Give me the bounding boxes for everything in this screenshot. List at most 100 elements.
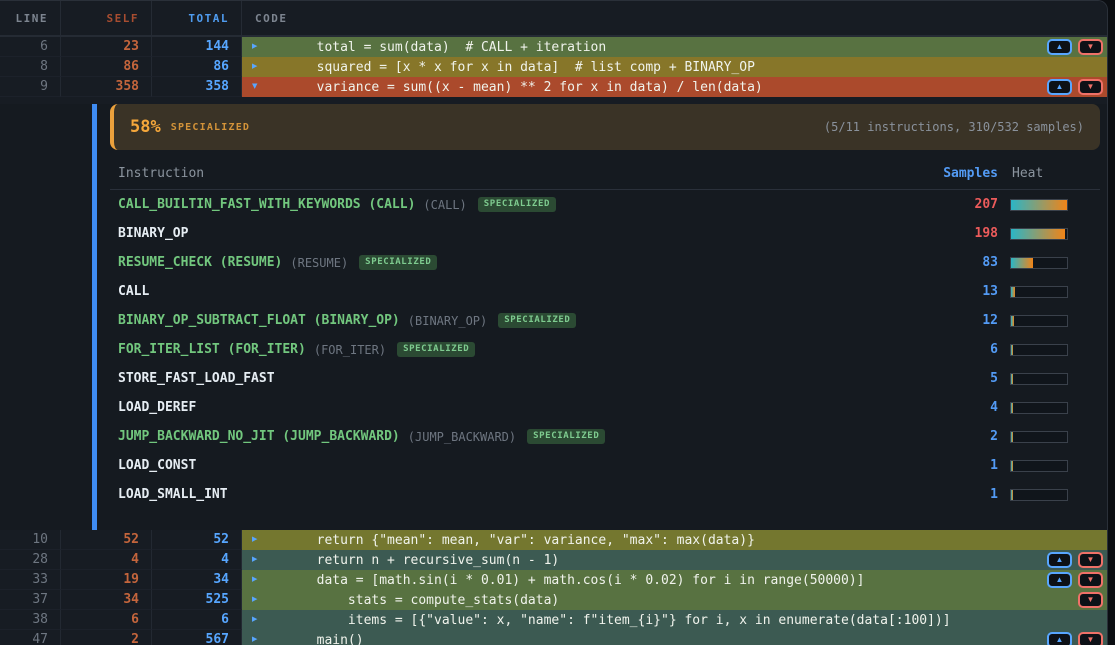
instruction-row: STORE_FAST_LOAD_FAST5 <box>110 364 1100 393</box>
instruction-heat-cell <box>1008 344 1100 356</box>
jump-up-button[interactable]: ▲ <box>1047 39 1072 55</box>
code-line[interactable]: ▶ total = sum(data) # CALL + iteration ▲ ▼ <box>242 37 1107 57</box>
code-line[interactable]: ▶ items = [{"value": x, "name": f"item_{… <box>242 610 1107 630</box>
instruction-name: BINARY_OP <box>118 226 188 241</box>
code-row: 472567▶ main()▲▼ <box>0 630 1107 645</box>
instruction-rows: CALL_BUILTIN_FAST_WITH_KEYWORDS (CALL) (C… <box>110 190 1100 509</box>
instruction-name-cell: BINARY_OP_SUBTRACT_FLOAT (BINARY_OP)(BIN… <box>110 313 928 328</box>
instruction-heat-cell <box>1008 431 1100 443</box>
column-header-code: CODE <box>242 12 1107 25</box>
self-samples: 52 <box>61 530 152 550</box>
total-samples: 567 <box>152 630 242 645</box>
instruction-name-cell: LOAD_DEREF <box>110 400 928 415</box>
instruction-name: FOR_ITER_LIST (FOR_ITER) <box>118 342 306 357</box>
heat-bar-fill <box>1011 374 1013 384</box>
heat-bar-fill <box>1011 287 1015 297</box>
instruction-base-op: (JUMP_BACKWARD) <box>408 430 516 444</box>
instruction-name: STORE_FAST_LOAD_FAST <box>118 371 275 386</box>
column-header-samples[interactable]: Samples <box>928 166 1008 181</box>
column-header-line[interactable]: LINE <box>0 1 61 35</box>
instruction-samples: 2 <box>928 429 1008 444</box>
expander-right-icon[interactable]: ▶ <box>252 616 257 625</box>
instruction-name: CALL <box>118 284 149 299</box>
column-header-heat: Heat <box>1008 166 1100 181</box>
expander-right-icon[interactable]: ▶ <box>252 63 257 72</box>
code-line[interactable]: ▶ squared = [x * x for x in data] # list… <box>242 57 1107 77</box>
instruction-heat-cell <box>1008 286 1100 298</box>
instruction-name: LOAD_DEREF <box>118 400 196 415</box>
heat-bar-fill <box>1011 200 1067 210</box>
total-samples: 6 <box>152 610 242 630</box>
code-text: items = [{"value": x, "name": f"item_{i}… <box>242 613 951 628</box>
specialized-badge: SPECIALIZED <box>478 197 556 212</box>
line-number: 28 <box>0 550 61 570</box>
code-line[interactable]: ▶ data = [math.sin(i * 0.01) + math.cos(… <box>242 570 1107 590</box>
column-header-self[interactable]: SELF <box>61 1 152 35</box>
heat-bar <box>1010 373 1068 385</box>
instruction-base-op: (CALL) <box>423 198 466 212</box>
code-row: 3866▶ items = [{"value": x, "name": f"it… <box>0 610 1107 630</box>
jump-down-button[interactable]: ▼ <box>1078 572 1103 588</box>
instruction-name-cell: BINARY_OP <box>110 226 928 241</box>
instruction-name: LOAD_SMALL_INT <box>118 487 228 502</box>
code-line[interactable]: ▶ main()▲▼ <box>242 630 1107 645</box>
specialization-banner: 58% SPECIALIZED (5/11 instructions, 310/… <box>110 104 1100 150</box>
heat-bar-fill <box>1011 432 1013 442</box>
instruction-name: JUMP_BACKWARD_NO_JIT (JUMP_BACKWARD) <box>118 429 400 444</box>
heat-bar <box>1010 344 1068 356</box>
instruction-row: BINARY_OP198 <box>110 219 1100 248</box>
instruction-name-cell: STORE_FAST_LOAD_FAST <box>110 371 928 386</box>
instruction-heat-cell <box>1008 460 1100 472</box>
instruction-samples: 207 <box>928 197 1008 212</box>
instruction-base-op: (BINARY_OP) <box>408 314 487 328</box>
instruction-row: FOR_ITER_LIST (FOR_ITER) (FOR_ITER) SPECIA… <box>110 335 1100 364</box>
heat-bar-fill <box>1011 490 1013 500</box>
column-header-total[interactable]: TOTAL <box>152 1 242 35</box>
code-line[interactable]: ▶ return n + recursive_sum(n - 1)▲▼ <box>242 550 1107 570</box>
code-text: total = sum(data) # CALL + iteration <box>242 40 606 55</box>
specialization-meta: (5/11 instructions, 310/532 samples) <box>824 120 1084 134</box>
expander-right-icon[interactable]: ▶ <box>252 556 257 565</box>
code-line[interactable]: ▼ variance = sum((x - mean) ** 2 for x i… <box>242 77 1107 97</box>
specialized-badge: SPECIALIZED <box>527 429 605 444</box>
specialized-label: SPECIALIZED <box>171 122 250 133</box>
specialized-badge: SPECIALIZED <box>359 255 437 270</box>
jump-down-button[interactable]: ▼ <box>1078 632 1103 645</box>
jump-down-button[interactable]: ▼ <box>1078 592 1103 608</box>
instruction-name: CALL_BUILTIN_FAST_WITH_KEYWORDS (CALL) <box>118 197 415 212</box>
instruction-heat-cell <box>1008 257 1100 269</box>
heat-bar <box>1010 431 1068 443</box>
line-number: 10 <box>0 530 61 550</box>
jump-up-button[interactable]: ▲ <box>1047 572 1072 588</box>
expander-right-icon[interactable]: ▶ <box>252 596 257 605</box>
expander-down-icon[interactable]: ▼ <box>252 83 257 92</box>
instruction-base-op: (RESUME) <box>290 256 348 270</box>
jump-down-button[interactable]: ▼ <box>1078 39 1103 55</box>
code-row: 623144▶ total = sum(data) # CALL + itera… <box>0 37 1107 57</box>
heat-bar-fill <box>1011 461 1013 471</box>
jump-up-button[interactable]: ▲ <box>1047 552 1072 568</box>
code-text: data = [math.sin(i * 0.01) + math.cos(i … <box>242 573 864 588</box>
heat-bar-fill <box>1011 258 1033 268</box>
code-line[interactable]: ▶ stats = compute_stats(data)▼ <box>242 590 1107 610</box>
heat-bar <box>1010 286 1068 298</box>
heat-bar-fill <box>1011 403 1013 413</box>
expander-right-icon[interactable]: ▶ <box>252 536 257 545</box>
jump-up-button[interactable]: ▲ <box>1047 632 1072 645</box>
code-row: 2844▶ return n + recursive_sum(n - 1)▲▼ <box>0 550 1107 570</box>
code-text: return n + recursive_sum(n - 1) <box>242 553 559 568</box>
specialized-badge: SPECIALIZED <box>397 342 475 357</box>
instruction-base-op: (FOR_ITER) <box>314 343 386 357</box>
instruction-row: JUMP_BACKWARD_NO_JIT (JUMP_BACKWARD) (JUM… <box>110 422 1100 451</box>
jump-up-button[interactable]: ▲ <box>1047 79 1072 95</box>
jump-down-button[interactable]: ▼ <box>1078 552 1103 568</box>
expander-right-icon[interactable]: ▶ <box>252 43 257 52</box>
code-line[interactable]: ▶ return {"mean": mean, "var": variance,… <box>242 530 1107 550</box>
nav-buttons: ▲▼ <box>1047 552 1103 568</box>
expander-right-icon[interactable]: ▶ <box>252 576 257 585</box>
jump-down-button[interactable]: ▼ <box>1078 79 1103 95</box>
line-number: 9 <box>0 77 61 97</box>
specialized-badge: SPECIALIZED <box>498 313 576 328</box>
expander-right-icon[interactable]: ▶ <box>252 636 257 645</box>
instruction-row: LOAD_SMALL_INT1 <box>110 480 1100 509</box>
